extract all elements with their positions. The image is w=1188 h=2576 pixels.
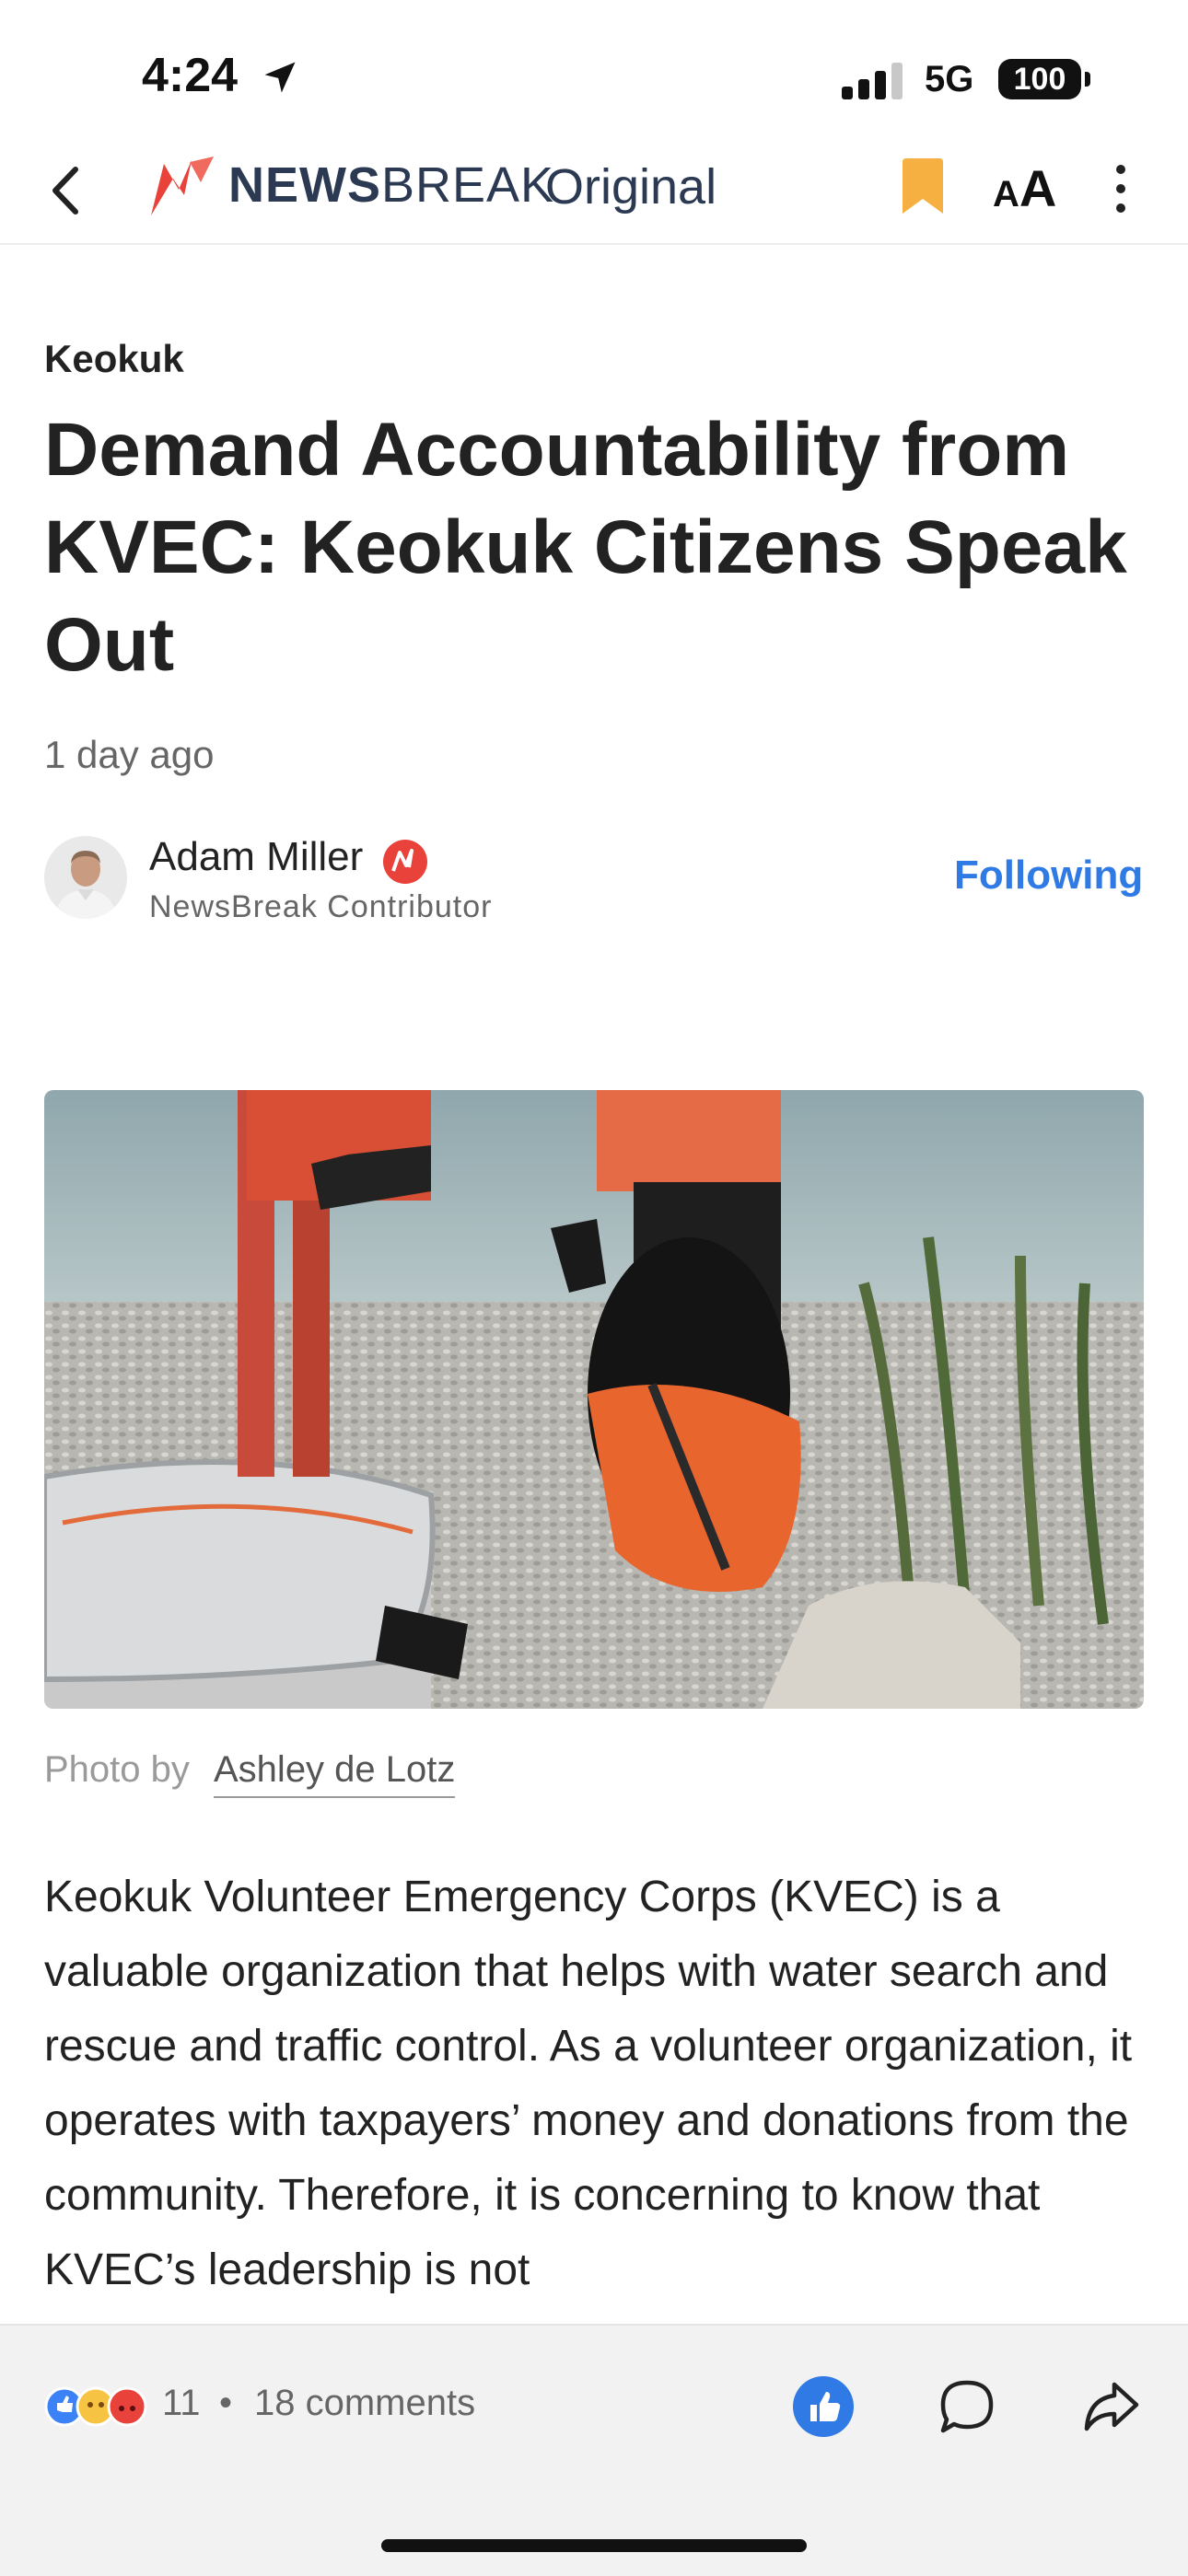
newsbreak-logo-icon xyxy=(151,157,214,215)
more-icon[interactable] xyxy=(1107,158,1135,219)
share-icon[interactable] xyxy=(1079,2375,1142,2438)
signal-icon xyxy=(842,63,903,99)
brand-original-label: Original xyxy=(545,159,717,215)
comment-icon[interactable] xyxy=(936,2375,998,2438)
home-indicator[interactable] xyxy=(381,2539,807,2552)
reactions-icon[interactable] xyxy=(44,2383,151,2431)
brand-name: NEWSBREAK xyxy=(228,157,554,214)
photo-credit-prefix: Photo by xyxy=(44,1749,190,1790)
bottom-action-bar: 11 • 18 comments xyxy=(0,2324,1188,2576)
battery-level: 100 xyxy=(1013,62,1066,97)
reaction-count: 11 xyxy=(162,2383,201,2423)
separator-dot: • xyxy=(219,2383,233,2423)
top-navigation-bar: NEWSBREAK Original AA xyxy=(0,138,1188,245)
following-button[interactable]: Following xyxy=(954,853,1143,899)
author-avatar[interactable] xyxy=(44,836,127,919)
brand-break: BREAK xyxy=(381,157,555,213)
article-location[interactable]: Keokuk xyxy=(44,337,184,381)
author-name[interactable]: Adam Miller xyxy=(149,834,363,880)
network-type: 5G xyxy=(925,59,974,99)
verified-badge-icon xyxy=(383,840,427,884)
comments-count-link[interactable]: 18 comments xyxy=(254,2383,475,2424)
back-icon[interactable] xyxy=(41,160,96,221)
article-body: Keokuk Volunteer Emergency Corps (KVEC) … xyxy=(44,1873,1133,2294)
bookmark-icon[interactable] xyxy=(899,158,947,215)
like-icon[interactable] xyxy=(792,2375,855,2438)
status-bar: 4:24 5G 100 xyxy=(0,0,1188,138)
text-size-icon[interactable]: AA xyxy=(993,158,1056,218)
author-role: NewsBreak Contributor xyxy=(149,889,493,924)
article-headline: Demand Accountability from KVEC: Keokuk … xyxy=(44,408,1127,687)
brand-news: NEWS xyxy=(228,157,381,213)
location-arrow-icon xyxy=(264,62,296,93)
article-time-ago: 1 day ago xyxy=(44,733,215,776)
battery-nub xyxy=(1085,72,1090,87)
battery-indicator: 100 xyxy=(998,59,1081,99)
photo-credit-link[interactable]: Ashley de Lotz xyxy=(214,1749,456,1798)
article-photo[interactable] xyxy=(44,1090,1144,1709)
status-time: 4:24 xyxy=(142,49,239,102)
